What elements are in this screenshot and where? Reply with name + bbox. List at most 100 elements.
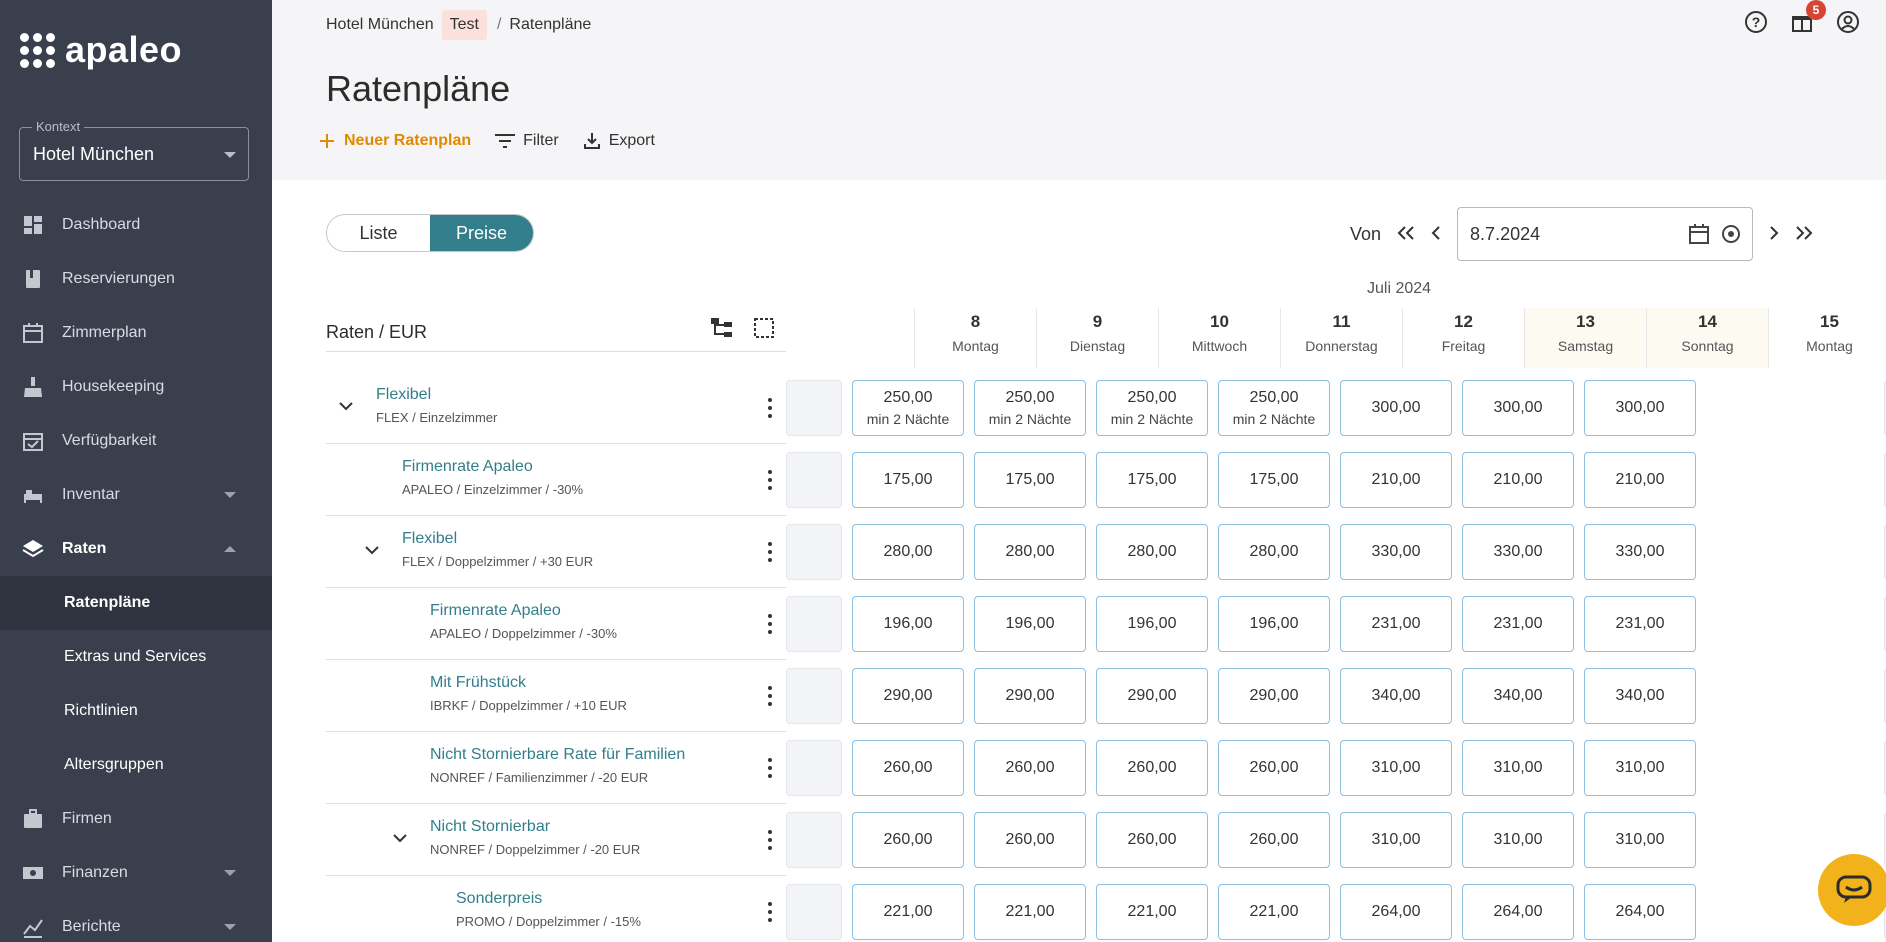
more-options-icon[interactable] [768,614,772,634]
price-cell[interactable]: 264,00 [1340,884,1452,940]
prices-view-option[interactable]: Preise [430,215,533,251]
price-cell[interactable]: 250,00 min 2 Nächte [974,380,1086,436]
price-cell[interactable]: 260,00 [1096,740,1208,796]
price-cell[interactable]: 260,00 [1218,812,1330,868]
price-cell[interactable]: 280,00 [1218,524,1330,580]
rate-plan-name[interactable]: Nicht Stornierbar [430,818,550,836]
sidebar-subitem[interactable]: Ratenpläne [0,576,272,630]
price-cell-previous[interactable] [786,884,842,940]
price-cell[interactable]: 175,00 [852,452,964,508]
list-view-option[interactable]: Liste [327,215,430,251]
breadcrumb-hotel[interactable]: Hotel München [326,16,434,34]
price-cell[interactable]: 280,00 [974,524,1086,580]
price-cell[interactable]: 221,00 [1218,884,1330,940]
sidebar-subitem[interactable]: Altersgruppen [0,738,272,792]
more-options-icon[interactable] [768,686,772,706]
price-cell[interactable]: 260,00 [1218,740,1330,796]
price-cell[interactable]: 290,00 [974,668,1086,724]
price-cell[interactable]: 310,00 [1340,812,1452,868]
more-options-icon[interactable] [768,542,772,562]
new-rate-plan-button[interactable]: Neuer Ratenplan [318,132,471,150]
calendar-picker-icon[interactable] [1688,223,1710,250]
price-cell[interactable]: 300,00 [1462,380,1574,436]
price-cell[interactable]: 300,00 [1340,380,1452,436]
price-cell[interactable]: 231,00 [1584,596,1696,652]
price-cell[interactable]: 264,00 [1462,884,1574,940]
price-cell[interactable]: 250,00 min 2 Nächte [1096,380,1208,436]
sidebar-subitem[interactable]: Extras und Services [0,630,272,684]
price-cell[interactable]: 290,00 [1096,668,1208,724]
price-cell-previous[interactable] [786,380,842,436]
jump-back-icon[interactable] [1397,224,1415,245]
price-cell[interactable]: 210,00 [1340,452,1452,508]
previous-icon[interactable] [1431,224,1441,245]
price-cell[interactable]: 175,00 [974,452,1086,508]
price-cell[interactable]: 290,00 [852,668,964,724]
price-cell[interactable]: 231,00 [1340,596,1452,652]
help-icon[interactable]: ? [1744,10,1768,39]
more-options-icon[interactable] [768,902,772,922]
price-cell[interactable]: 221,00 [974,884,1086,940]
sidebar-item-zimmerplan[interactable]: Zimmerplan [0,306,272,360]
more-options-icon[interactable] [768,830,772,850]
sidebar-item-dashboard[interactable]: Dashboard [0,198,272,252]
more-options-icon[interactable] [768,398,772,418]
rate-plan-name[interactable]: Mit Frühstück [430,674,526,692]
price-cell-previous[interactable] [786,452,842,508]
price-cell[interactable]: 300,00 [1584,380,1696,436]
price-cell-previous[interactable] [786,524,842,580]
account-icon[interactable] [1836,10,1860,39]
price-cell[interactable]: 250,00 min 2 Nächte [852,380,964,436]
filter-button[interactable]: Filter [495,132,559,150]
price-cell[interactable]: 280,00 [1096,524,1208,580]
price-cell[interactable]: 196,00 [1096,596,1208,652]
export-button[interactable]: Export [583,132,655,150]
price-cell[interactable]: 330,00 [1462,524,1574,580]
apaleo-logo[interactable]: apaleo [20,28,182,72]
sidebar-item-raten[interactable]: Raten [0,522,272,576]
price-cell[interactable]: 210,00 [1584,452,1696,508]
chat-button[interactable] [1818,854,1886,926]
more-options-icon[interactable] [768,758,772,778]
today-icon[interactable] [1720,223,1742,250]
price-cell[interactable]: 175,00 [1096,452,1208,508]
rate-plan-name[interactable]: Firmenrate Apaleo [430,602,561,620]
price-cell[interactable]: 330,00 [1340,524,1452,580]
sidebar-subitem[interactable]: Richtlinien [0,684,272,738]
sidebar-item-berichte[interactable]: Berichte [0,900,272,942]
price-cell[interactable]: 221,00 [1096,884,1208,940]
rate-plan-name[interactable]: Sonderpreis [456,890,542,908]
sidebar-item-inventar[interactable]: Inventar [0,468,272,522]
price-cell[interactable]: 340,00 [1462,668,1574,724]
price-cell[interactable]: 196,00 [852,596,964,652]
price-cell[interactable]: 196,00 [1218,596,1330,652]
price-cell[interactable]: 280,00 [852,524,964,580]
price-cell[interactable]: 260,00 [852,812,964,868]
context-select[interactable]: Kontext Hotel München [19,119,249,181]
price-cell[interactable]: 310,00 [1584,812,1696,868]
price-cell-previous[interactable] [786,668,842,724]
price-cell[interactable]: 310,00 [1584,740,1696,796]
price-cell[interactable]: 340,00 [1584,668,1696,724]
price-cell[interactable]: 310,00 [1462,740,1574,796]
price-cell-previous[interactable] [786,740,842,796]
next-icon[interactable] [1769,224,1779,245]
price-cell[interactable]: 260,00 [1096,812,1208,868]
price-cell[interactable]: 175,00 [1218,452,1330,508]
price-cell[interactable]: 260,00 [974,812,1086,868]
jump-forward-icon[interactable] [1795,224,1813,245]
rate-plan-name[interactable]: Nicht Stornierbare Rate für Familien [430,746,685,764]
sidebar-item-reservierungen[interactable]: Reservierungen [0,252,272,306]
price-cell-previous[interactable] [786,812,842,868]
price-cell[interactable]: 264,00 [1584,884,1696,940]
select-area-icon[interactable] [752,316,776,345]
price-cell[interactable]: 221,00 [852,884,964,940]
chevron-down-icon[interactable] [392,830,408,846]
hierarchy-icon[interactable] [710,316,734,345]
price-cell[interactable]: 340,00 [1340,668,1452,724]
rate-plan-name[interactable]: Flexibel [376,386,431,404]
price-cell[interactable]: 260,00 [974,740,1086,796]
rate-plan-name[interactable]: Firmenrate Apaleo [402,458,533,476]
price-cell[interactable]: 310,00 [1340,740,1452,796]
price-cell[interactable]: 330,00 [1584,524,1696,580]
